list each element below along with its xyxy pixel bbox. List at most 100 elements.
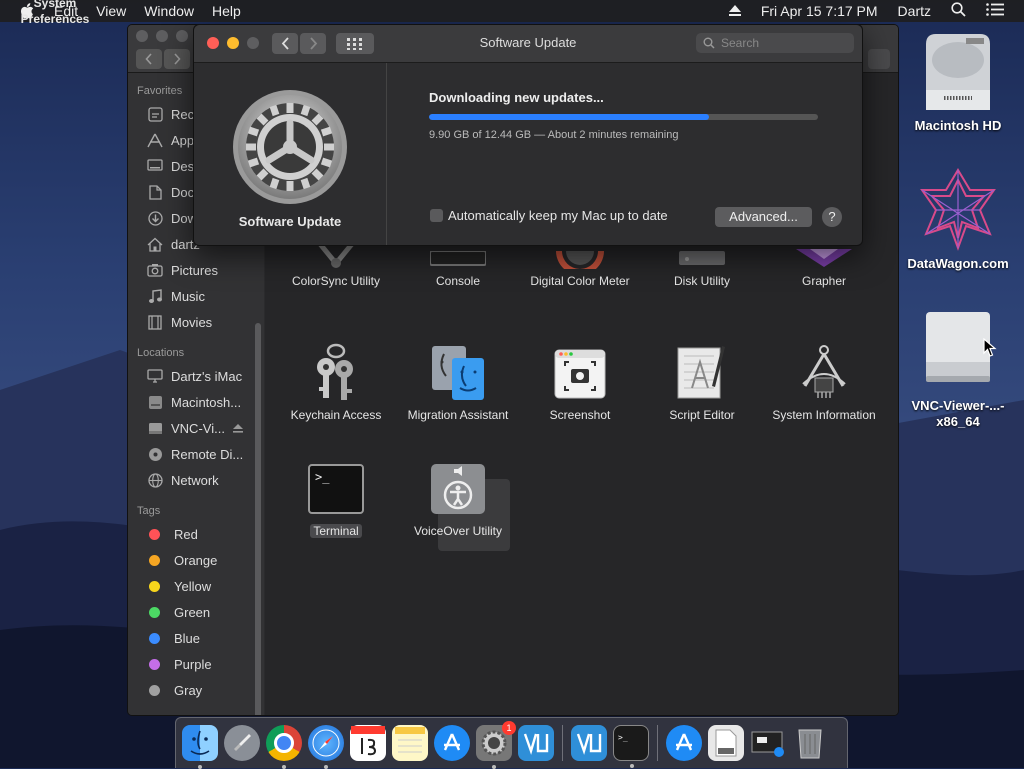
running-indicator [492, 765, 496, 769]
sidebar-item-network[interactable]: Network [128, 467, 264, 493]
sidebar-item-vnc-volume[interactable]: VNC-Vi... [128, 415, 264, 441]
app-keychain-access[interactable]: Keychain Access [281, 343, 391, 423]
sidebar-tag-red[interactable]: Red [128, 521, 264, 547]
dock-system-preferences[interactable]: 1 [476, 721, 516, 769]
desktop-icon-label: Macintosh HD [914, 118, 1002, 133]
software-update-window: Software Update Search Software Update D… [193, 24, 863, 246]
dock-terminal[interactable]: >_ [613, 725, 649, 768]
finder-search-field[interactable] [868, 49, 890, 69]
film-icon [146, 314, 164, 330]
tag-color-dot [149, 606, 160, 618]
compass-icon [312, 729, 340, 757]
notes-icon [395, 727, 425, 753]
sidebar-item-movies[interactable]: Movies [128, 309, 264, 335]
app-screenshot[interactable]: Screenshot [525, 343, 635, 423]
script-editor-icon [672, 343, 732, 403]
desktop-icon-datawagon[interactable]: DataWagon.com [898, 166, 1018, 272]
app-label: Digital Color Meter [530, 274, 630, 288]
download-progress-bar [429, 114, 818, 120]
eject-icon[interactable] [728, 3, 741, 19]
dock-chrome[interactable] [266, 725, 302, 769]
update-status-text: Downloading new updates... [429, 90, 604, 105]
sidebar-item-label: Network [171, 472, 219, 488]
folder-stack-icon [751, 731, 784, 757]
sidebar-scrollbar[interactable] [255, 323, 261, 715]
sidebar-item-imac[interactable]: Dartz's iMac [128, 363, 264, 389]
advanced-button[interactable]: Advanced... [715, 207, 812, 227]
trash-icon [798, 729, 822, 759]
desktop-icon [146, 158, 164, 174]
sidebar-item-pictures[interactable]: Pictures [128, 257, 264, 283]
menu-user[interactable]: Dartz [898, 3, 931, 19]
notification-badge: 1 [502, 721, 516, 735]
sidebar-tag-purple[interactable]: Purple [128, 651, 264, 677]
sidebar-item-macintosh-hd[interactable]: Macintosh... [128, 389, 264, 415]
terminal-icon: >_ [618, 733, 628, 742]
finder-forward-button[interactable] [164, 49, 190, 69]
sidebar-tag-blue[interactable]: Blue [128, 625, 264, 651]
finder-minimize-button[interactable] [156, 30, 168, 42]
app-store-icon [675, 733, 693, 751]
dock-calendar[interactable] [350, 725, 386, 761]
sidebar-tag-yellow[interactable]: Yellow [128, 573, 264, 599]
sidebar-item-music[interactable]: Music [128, 283, 264, 309]
app-script-editor[interactable]: Script Editor [647, 343, 757, 423]
app-system-information[interactable]: System Information [769, 343, 879, 423]
mouse-cursor-icon [983, 338, 997, 357]
terminal-icon: >_ [306, 459, 366, 519]
menu-app-name[interactable]: System Preferences [0, 0, 110, 27]
download-icon [146, 210, 164, 226]
pane-name: Software Update [238, 214, 342, 229]
auto-update-checkbox[interactable] [430, 209, 443, 222]
eject-icon[interactable] [232, 421, 243, 436]
app-terminal[interactable]: >_ Terminal [281, 459, 391, 539]
chevron-left-icon [145, 53, 152, 65]
finder-close-button[interactable] [136, 30, 148, 42]
spotlight-icon[interactable] [951, 2, 966, 20]
finder-icon [190, 730, 210, 755]
dock: 1 >_ [175, 717, 848, 769]
menu-window[interactable]: Window [144, 3, 194, 19]
dock-notes[interactable] [392, 725, 428, 761]
finder-back-button[interactable] [136, 49, 162, 69]
app-voiceover-utility[interactable]: VoiceOver Utility [403, 459, 513, 539]
dock-launchpad[interactable] [224, 725, 260, 761]
dock-separator [562, 725, 563, 761]
sidebar-item-remote-disc[interactable]: Remote Di... [128, 441, 264, 467]
voiceover-icon [428, 459, 488, 519]
sidebar-tag-gray[interactable]: Gray [128, 677, 264, 703]
finder-zoom-button[interactable] [176, 30, 188, 42]
sidebar-tag-orange[interactable]: Orange [128, 547, 264, 573]
screenshot-icon [550, 343, 610, 403]
dock-trash[interactable] [792, 725, 828, 761]
help-button[interactable]: ? [822, 207, 842, 227]
dock-downloads-stack[interactable] [708, 725, 744, 761]
sidebar-tag-green[interactable]: Green [128, 599, 264, 625]
notification-center-icon[interactable] [986, 3, 1004, 19]
sidebar-heading-tags: Tags [137, 505, 161, 517]
desktop-icon-macintosh-hd[interactable]: Macintosh HD [898, 30, 1018, 134]
progress-fill [429, 114, 710, 120]
search-input[interactable]: Search [696, 33, 854, 53]
dock-app-store-folder[interactable] [666, 725, 702, 761]
dock-finder[interactable] [182, 725, 218, 769]
dock-safari[interactable] [308, 725, 344, 769]
app-label: Console [435, 274, 481, 288]
app-label: Disk Utility [674, 274, 730, 288]
dock-separator [657, 725, 658, 761]
dock-vnc-viewer[interactable] [518, 725, 554, 761]
app-migration-assistant[interactable]: Migration Assistant [403, 343, 513, 423]
dock-screenshot-stack[interactable] [750, 725, 786, 761]
dock-app-store[interactable] [434, 725, 470, 761]
tag-color-dot [149, 554, 160, 566]
menu-help[interactable]: Help [212, 3, 241, 19]
desktop-icon-vnc-viewer[interactable]: VNC-Viewer-...-x86_64 [898, 308, 1018, 430]
calendar-icon [351, 726, 385, 756]
disk-image-icon [146, 420, 164, 436]
auto-update-label: Automatically keep my Mac up to date [448, 208, 668, 223]
sidebar-item-label: Green [174, 604, 211, 620]
dock-vnc-viewer-running[interactable] [571, 725, 607, 761]
menu-clock[interactable]: Fri Apr 15 7:17 PM [761, 3, 878, 19]
app-label: Grapher [801, 274, 847, 288]
tag-color-dot [149, 632, 160, 644]
